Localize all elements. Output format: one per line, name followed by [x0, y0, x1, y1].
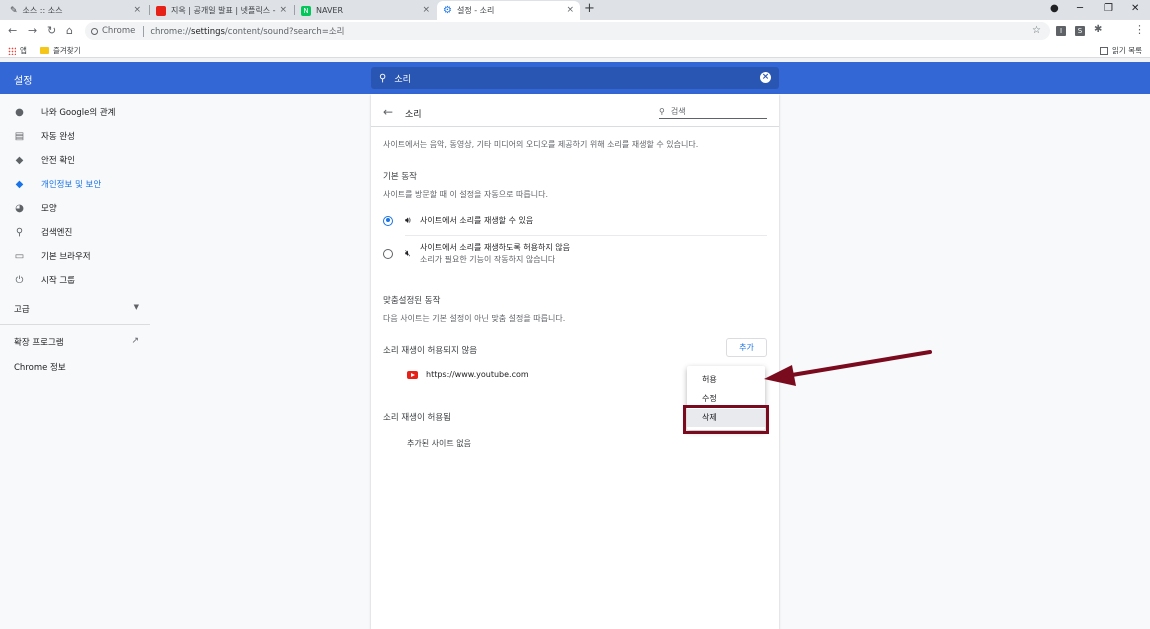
blocked-site-row: https://www.youtube.com	[407, 370, 529, 379]
radio-allow-sound[interactable]: 🔊︎ 사이트에서 소리를 재생할 수 있음	[383, 215, 767, 226]
radio-block-sound[interactable]: 🔇︎ 사이트에서 소리를 재생하도록 허용하지 않음 소리가 필요한 기능이 작…	[383, 242, 767, 265]
bookmark-star-icon[interactable]: ☆	[1032, 25, 1041, 36]
url-text: chrome://settings/content/sound?search=소…	[150, 27, 345, 37]
person-icon: ●	[15, 106, 24, 118]
tab-title: NAVER	[316, 6, 344, 15]
apps-bookmark[interactable]: 앱	[8, 45, 27, 56]
external-link-icon: ↗	[131, 336, 139, 346]
tab-source[interactable]: ✎ 소스 :: 소스 ×	[4, 1, 147, 20]
tab-title: 지옥 | 공개일 발표 | 넷플릭스 -	[171, 6, 276, 15]
default-behavior-heading: 기본 동작	[383, 172, 417, 182]
radio-button[interactable]	[383, 248, 393, 259]
settings-title: 설정	[14, 76, 33, 87]
bookmarks-bar: 앱 즐겨찾기 읽기 목록	[0, 42, 1150, 58]
clear-search-icon[interactable]: ×	[760, 72, 771, 83]
default-behavior-subtext: 사이트를 방문할 때 이 설정을 자동으로 따릅니다.	[383, 190, 548, 199]
sidebar-item-safety-check[interactable]: ◆ 안전 확인	[14, 154, 75, 167]
favorites-folder[interactable]: 즐겨찾기	[40, 45, 81, 56]
settings-search-input[interactable]: ⚲ 소리 ×	[371, 67, 779, 89]
close-icon[interactable]: ×	[133, 5, 141, 15]
subpage-search-input[interactable]: ⚲ 검색	[659, 105, 767, 119]
sidebar-item-you-and-google[interactable]: ● 나와 Google의 관계	[14, 106, 115, 119]
sidebar-item-search-engine[interactable]: ⚲ 검색엔진	[14, 226, 72, 239]
tab-title: 소스 :: 소스	[22, 6, 63, 15]
shield-icon: ◆	[15, 178, 24, 190]
restore-icon[interactable]: ❐	[1104, 3, 1113, 14]
pencil-icon: ✎	[10, 5, 18, 16]
sidebar-item-appearance[interactable]: ◕ 모양	[14, 202, 57, 215]
search-value: 소리	[394, 74, 411, 85]
home-icon[interactable]: ⌂	[66, 24, 73, 37]
custom-behavior-heading: 맞춤설정된 동작	[383, 296, 441, 306]
power-icon: ⏻	[15, 274, 24, 286]
shield-check-icon: ◆	[15, 154, 24, 166]
site-url: https://www.youtube.com	[426, 370, 529, 379]
address-bar[interactable]: Chrome chrome://settings/content/sound?s…	[85, 22, 1050, 40]
more-menu-icon[interactable]: ⋮	[1134, 23, 1145, 36]
forward-icon[interactable]: →	[28, 24, 37, 37]
site-info-chip[interactable]: Chrome	[91, 26, 135, 36]
tab-naver[interactable]: N NAVER ×	[295, 1, 436, 20]
tab-settings-sound[interactable]: ⚙ 설정 - 소리 ×	[437, 1, 580, 20]
extension-i-icon[interactable]: I	[1056, 26, 1066, 36]
search-icon: ⚲	[379, 72, 387, 84]
settings-header: 설정 ⚲ 소리 ×	[0, 62, 1150, 94]
sidebar-item-privacy[interactable]: ◆ 개인정보 및 보안	[14, 178, 102, 191]
extension-s-icon[interactable]: S	[1075, 26, 1085, 36]
new-tab-button[interactable]: +	[584, 1, 595, 16]
allowed-sites-empty: 추가된 사이트 없음	[407, 439, 471, 448]
annotation-highlight-box	[683, 405, 769, 434]
allowed-sites-heading: 소리 재생이 허용됨	[383, 413, 451, 423]
sound-settings-card: ← 소리 ⚲ 검색 사이트에서는 음악, 동영상, 기타 미디어의 오디오를 제…	[371, 94, 779, 629]
tab-youtube[interactable]: 지옥 | 공개일 발표 | 넷플릭스 - ×	[150, 1, 293, 20]
search-icon: ⚲	[659, 107, 665, 116]
volume-icon: 🔊︎	[405, 215, 411, 226]
apps-grid-icon	[8, 46, 16, 55]
tab-strip: ✎ 소스 :: 소스 × 지옥 | 공개일 발표 | 넷플릭스 - × N NA…	[0, 0, 1150, 20]
youtube-icon	[407, 370, 418, 379]
tab-title: 설정 - 소리	[456, 6, 495, 15]
reading-list-button[interactable]: 읽기 목록	[1100, 45, 1142, 56]
settings-page: ● 나와 Google의 관계 ▤ 자동 완성 ◆ 안전 확인 ◆ 개인정보 및…	[0, 94, 1150, 629]
close-icon[interactable]: ×	[422, 5, 430, 15]
sidebar-item-autofill[interactable]: ▤ 자동 완성	[14, 130, 75, 143]
back-arrow-icon[interactable]: ←	[383, 105, 393, 119]
page-title: 소리	[405, 110, 422, 120]
browser-icon: ▭	[14, 250, 25, 262]
naver-icon: N	[301, 5, 311, 16]
radio-button[interactable]	[383, 215, 393, 226]
custom-behavior-subtext: 다음 사이트는 기본 설정이 아닌 맞춤 설정을 따릅니다.	[383, 314, 566, 323]
menu-item-allow[interactable]: 허용	[687, 371, 765, 389]
sidebar-item-extensions[interactable]: 확장 프로그램 ↗	[14, 336, 139, 348]
chrome-icon	[91, 27, 98, 35]
youtube-icon	[156, 5, 166, 16]
extensions-puzzle-icon[interactable]: ✱	[1094, 24, 1102, 35]
profile-icon[interactable]: ●	[1050, 3, 1059, 14]
reading-list-icon	[1100, 46, 1109, 55]
reload-icon[interactable]: ↻	[47, 24, 56, 37]
sidebar-item-on-startup[interactable]: ⏻ 시작 그룹	[14, 274, 75, 287]
sound-description: 사이트에서는 음악, 동영상, 기타 미디어의 오디오를 제공하기 위해 소리를…	[383, 140, 699, 149]
close-icon[interactable]: ×	[566, 5, 574, 15]
palette-icon: ◕	[15, 202, 24, 214]
blocked-sites-heading: 소리 재생이 허용되지 않음	[383, 346, 478, 356]
sidebar-item-about-chrome[interactable]: Chrome 정보	[14, 361, 66, 373]
search-icon: ⚲	[15, 226, 24, 238]
folder-icon	[40, 47, 49, 54]
settings-gear-icon: ⚙	[443, 5, 452, 16]
close-window-icon[interactable]: ✕	[1131, 3, 1139, 14]
volume-off-icon: 🔇︎	[405, 248, 411, 259]
close-icon[interactable]: ×	[279, 5, 287, 15]
back-icon[interactable]: ←	[8, 24, 17, 37]
annotation-arrow	[764, 350, 932, 386]
chevron-down-icon: ▼	[133, 303, 139, 311]
browser-toolbar: ← → ↻ ⌂ Chrome chrome://settings/content…	[0, 20, 1150, 42]
sidebar-advanced-toggle[interactable]: 고급 ▼	[14, 303, 139, 315]
minimize-icon[interactable]: ─	[1077, 3, 1083, 14]
sidebar-item-default-browser[interactable]: ▭ 기본 브라우저	[14, 250, 91, 263]
clipboard-icon: ▤	[14, 130, 25, 142]
